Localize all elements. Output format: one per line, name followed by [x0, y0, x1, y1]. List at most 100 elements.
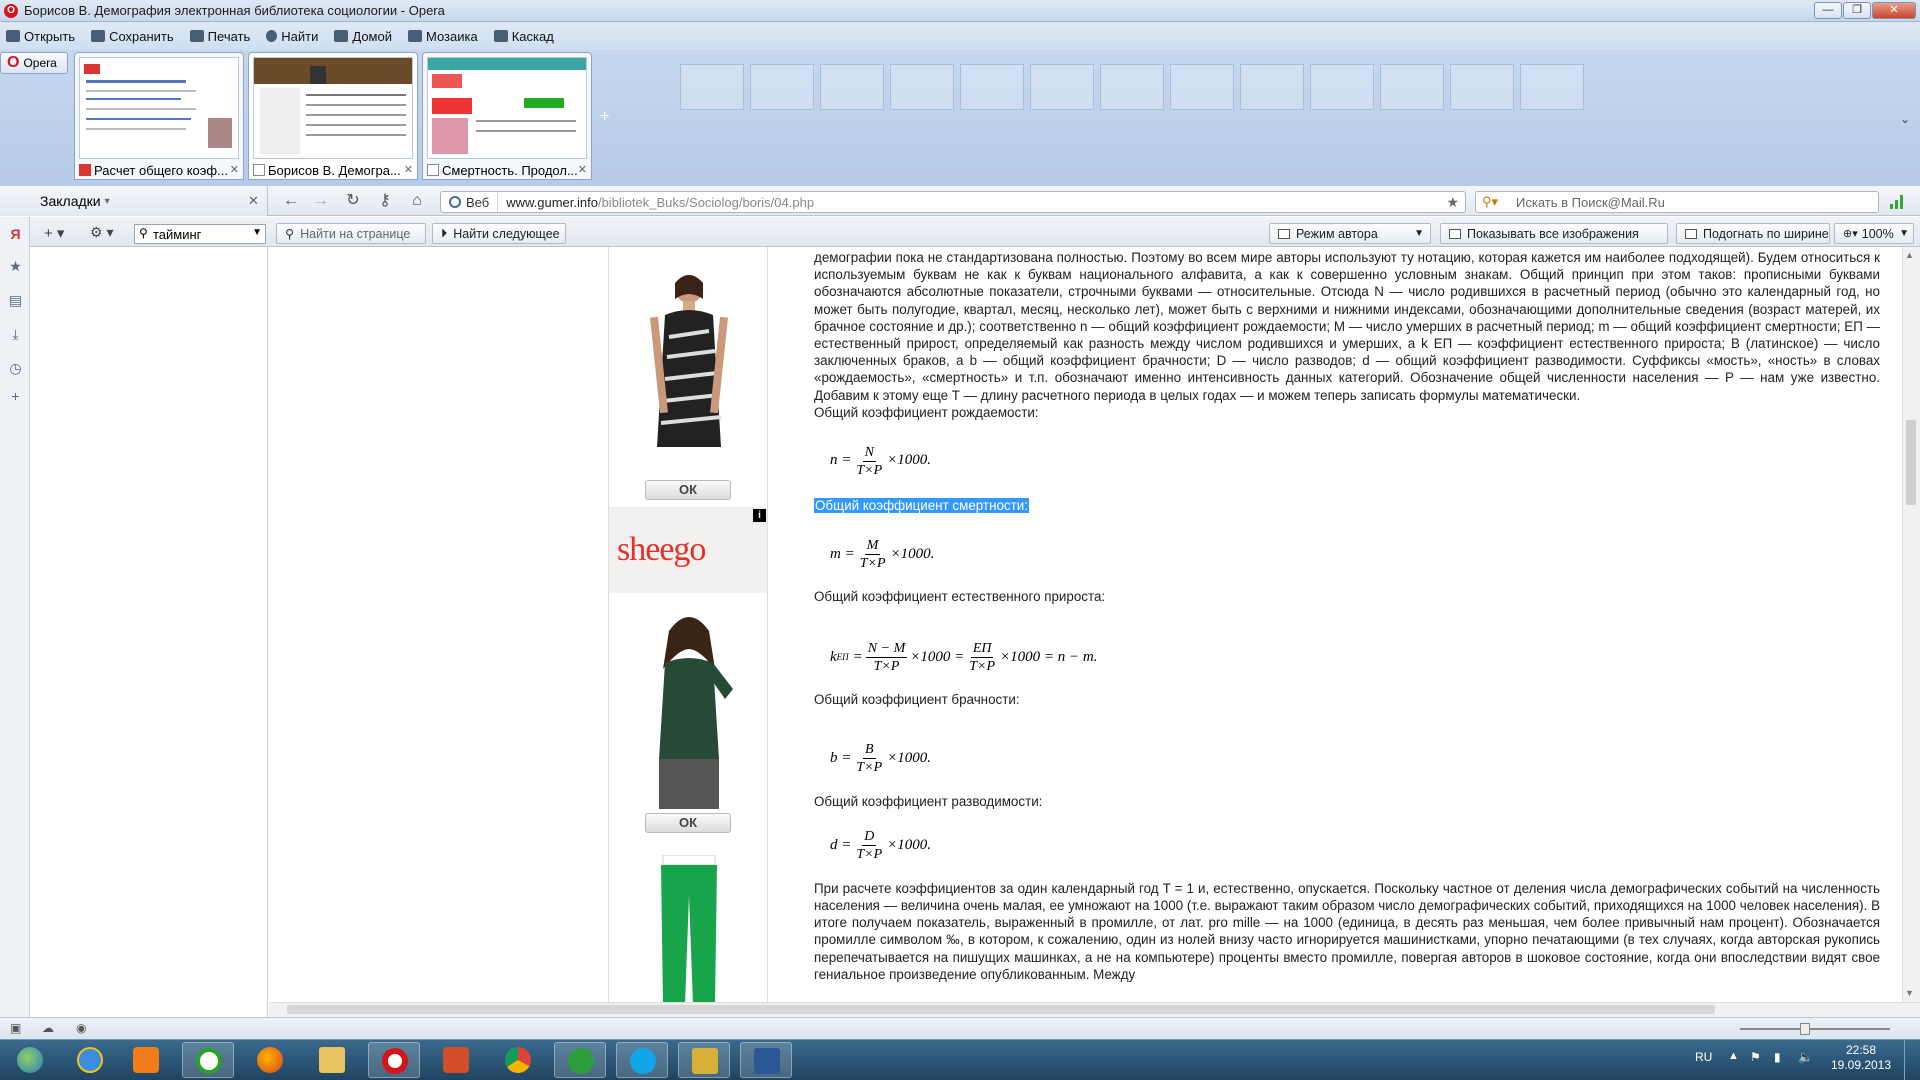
chevron-down-icon: ▼ [1414, 228, 1424, 239]
tab-3[interactable]: Смертность. Продол... ✕ [422, 52, 592, 180]
add-panel-icon[interactable]: + [8, 389, 23, 404]
taskbar-media[interactable] [120, 1042, 172, 1078]
menu-open[interactable]: Открыть [6, 29, 75, 44]
article: демографии пока не стандартизована полно… [814, 249, 1880, 983]
speed-dial-icon[interactable]: ◉ [76, 1021, 86, 1035]
tab-2[interactable]: Борисов В. Демогра... ✕ [248, 52, 418, 180]
wrench-icon[interactable]: ⚙ ▾ [90, 224, 113, 241]
scroll-up-icon[interactable]: ▲ [1905, 250, 1914, 260]
author-mode-select[interactable]: Режим автора ▼ [1269, 223, 1431, 244]
sidebar-close-button[interactable]: ✕ [248, 193, 259, 209]
zoom-select[interactable]: ⊕▾ 100% ▼ [1834, 223, 1914, 244]
taskbar-skype[interactable] [616, 1042, 668, 1078]
horizontal-scroll-thumb[interactable] [287, 1005, 1715, 1014]
vertical-scrollbar[interactable] [1902, 247, 1920, 1002]
search-engine-icon[interactable]: ⚲▾ [1482, 194, 1498, 210]
sheego-ad[interactable]: sheego [609, 509, 767, 593]
start-button[interactable] [4, 1042, 56, 1078]
taskbar-tool[interactable] [678, 1042, 730, 1078]
minimize-button[interactable]: — [1814, 2, 1842, 19]
menu-tile[interactable]: Мозаика [407, 29, 478, 44]
star-icon[interactable]: ★ [1446, 194, 1459, 211]
bookmarks-header[interactable]: Закладки ▾ [0, 186, 268, 216]
volume-icon[interactable]: 🔈 [1798, 1050, 1813, 1064]
forward-icon[interactable]: → [312, 192, 330, 210]
taskbar-ie[interactable] [64, 1042, 116, 1078]
opera-logo-icon: O [4, 3, 18, 18]
maximize-button[interactable]: ❐ [1843, 2, 1871, 19]
tab-close-icon[interactable]: ✕ [578, 163, 587, 176]
find-in-page-input[interactable]: ⚲ Найти на странице [276, 223, 426, 244]
show-images-button[interactable]: Показывать все изображения [1440, 223, 1668, 244]
ad-info-icon[interactable]: i [753, 509, 766, 522]
taskbar-word[interactable] [740, 1042, 792, 1078]
menu-save[interactable]: Сохранить [91, 29, 174, 44]
search-icon: ⚲ [285, 227, 295, 241]
taskbar-firefox[interactable] [244, 1042, 296, 1078]
cloud-icon[interactable]: ☁ [42, 1021, 54, 1035]
ad-ok-button[interactable]: ОК [645, 480, 731, 500]
history-icon[interactable]: ◷ [8, 361, 23, 376]
taskbar-explorer[interactable] [306, 1042, 358, 1078]
address-field[interactable]: Веб www.gumer.info/bibliotek_Buks/Sociol… [440, 191, 1466, 213]
opera-icon [382, 1048, 408, 1074]
zoom-slider-handle[interactable] [1800, 1023, 1810, 1035]
chevron-down-icon[interactable]: ⌄ [1900, 112, 1910, 126]
key-icon[interactable]: ⚷ [376, 192, 394, 210]
taskbar-app[interactable] [430, 1042, 482, 1078]
downloads-icon[interactable]: ⤓ [8, 327, 23, 342]
bookmarks-star-icon[interactable]: ★ [8, 259, 23, 274]
tab-1[interactable]: Расчет общего коэф... ✕ [74, 52, 244, 180]
zoom-icon: ⊕▾ [1843, 228, 1858, 240]
ad-ok-button[interactable]: ОК [645, 813, 731, 833]
back-icon[interactable]: ← [282, 192, 300, 210]
panel-toggle-icon[interactable]: ▣ [10, 1021, 21, 1035]
add-bookmark-icon[interactable]: + ▾ [44, 224, 64, 242]
show-hidden-icons[interactable]: ▲ [1728, 1050, 1739, 1062]
chevron-down-icon: ▼ [1899, 228, 1909, 239]
close-window-button[interactable]: ✕ [1872, 2, 1916, 19]
ad-image-middle[interactable] [629, 609, 749, 809]
cascade-icon [493, 30, 508, 42]
home-icon[interactable]: ⌂ [408, 192, 426, 210]
windows-logo-icon [17, 1047, 43, 1073]
chevron-down-icon: ▾ [104, 195, 110, 207]
page-favicon-icon [427, 164, 439, 176]
tab-close-icon[interactable]: ✕ [404, 163, 413, 176]
yandex-icon[interactable]: Я [8, 227, 23, 242]
taskbar-utorrent[interactable] [554, 1042, 606, 1078]
show-desktop-button[interactable] [1904, 1040, 1920, 1080]
sheego-logo: sheego [617, 531, 706, 568]
opera-menu-button[interactable]: O Opera [0, 52, 68, 74]
web-badge[interactable]: Веб [441, 192, 499, 212]
reload-icon[interactable]: ↻ [344, 192, 362, 210]
find-next-button[interactable]: ⏵ Найти следующее [432, 223, 566, 244]
ad-image-bottom[interactable] [649, 855, 729, 1005]
menu-print[interactable]: Печать [189, 29, 250, 44]
taskbar-opera[interactable] [368, 1042, 420, 1078]
vertical-scroll-thumb[interactable] [1906, 420, 1916, 505]
scroll-down-icon[interactable]: ▼ [1905, 988, 1914, 998]
new-tab-button[interactable]: + [600, 108, 609, 126]
ad-image-top[interactable] [629, 267, 749, 482]
folder-icon [319, 1047, 345, 1073]
notes-icon[interactable]: ▤ [8, 293, 23, 308]
clock[interactable]: 22:58 19.09.2013 [1826, 1043, 1896, 1073]
menu-cascade[interactable]: Каскад [493, 29, 554, 44]
menu-home[interactable]: Домой [334, 29, 392, 44]
formula-marriage-rate: b = B T×P ×1000. [830, 742, 932, 776]
flag-icon[interactable]: ⚑ [1750, 1050, 1761, 1064]
tab-close-icon[interactable]: ✕ [230, 163, 239, 176]
taskbar-chrome[interactable] [492, 1042, 544, 1078]
app-icon [443, 1047, 469, 1073]
tab-thumbnail [427, 57, 587, 159]
language-indicator[interactable]: RU [1695, 1050, 1712, 1064]
zoom-slider[interactable] [1740, 1028, 1890, 1030]
menu-find[interactable]: Найти [266, 29, 318, 44]
taskbar-mailru-agent[interactable] [182, 1042, 234, 1078]
search-field[interactable]: ⚲▾ Искать в Поиск@Mail.Ru [1475, 191, 1879, 213]
fit-width-button[interactable]: Подогнать по ширине [1676, 223, 1830, 244]
bookmarks-search-input[interactable]: ⚲ тайминг ▼ [134, 224, 266, 244]
network-icon[interactable]: ▮ [1774, 1050, 1781, 1064]
skype-icon [630, 1048, 656, 1074]
